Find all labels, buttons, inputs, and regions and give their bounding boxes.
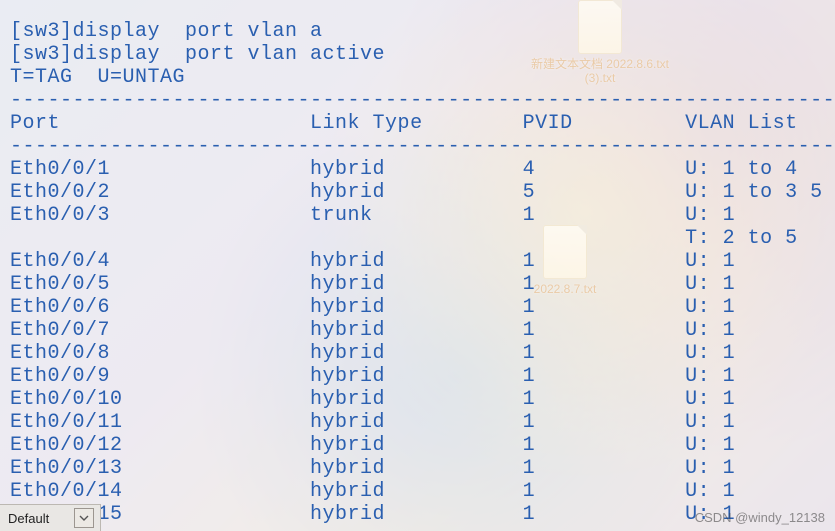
watermark: CSDN @windy_12138 xyxy=(695,510,825,525)
dropdown-default[interactable]: Default xyxy=(0,504,101,531)
dropdown-label: Default xyxy=(0,511,59,526)
terminal-output: [sw3]display port vlan a [sw3]display po… xyxy=(10,20,835,526)
chevron-down-icon xyxy=(74,508,94,528)
